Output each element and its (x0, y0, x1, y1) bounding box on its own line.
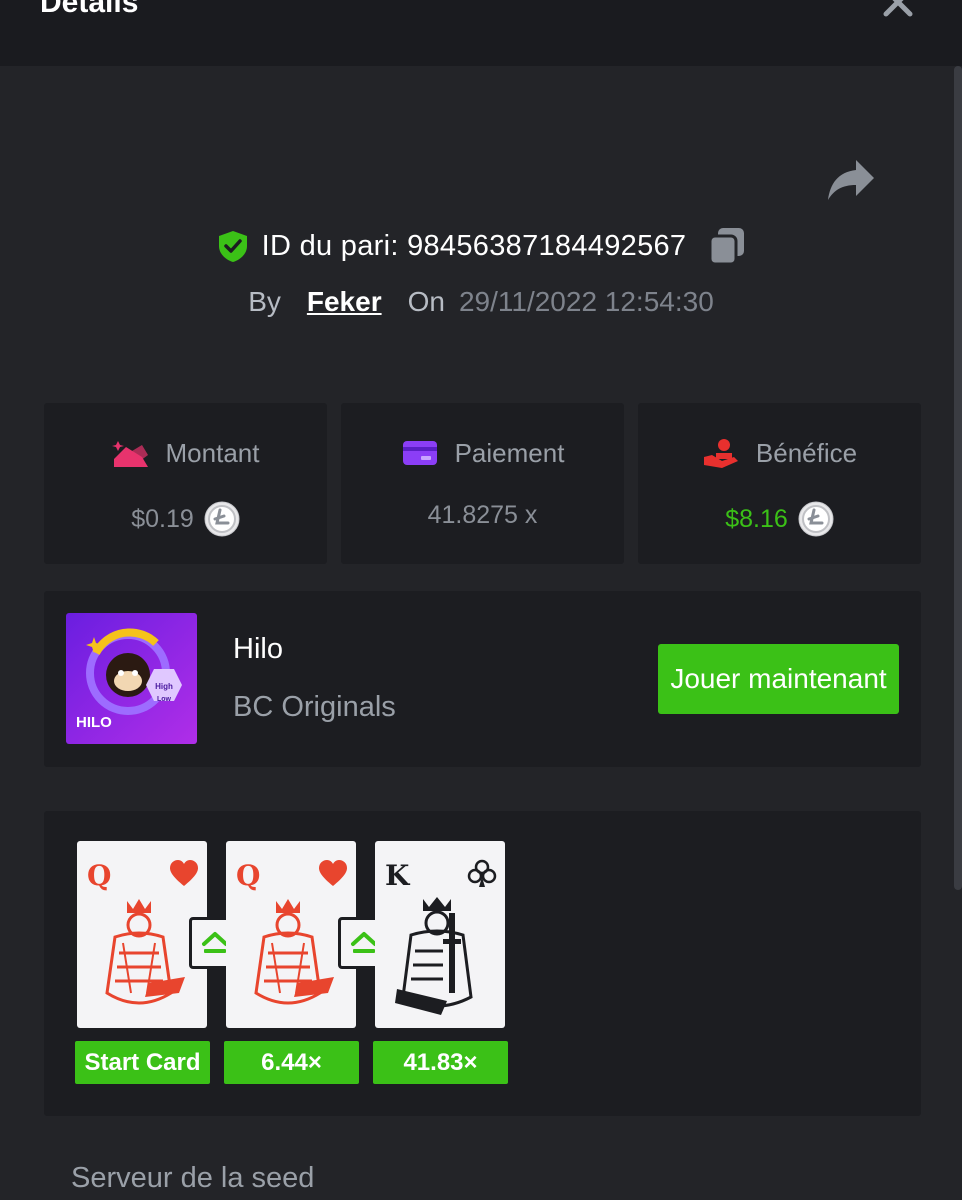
bet-meta-row: By Feker On 29/11/2022 12:54:30 (0, 282, 962, 322)
card-rank: Q (87, 859, 112, 892)
card-rank: Q (236, 859, 261, 892)
thumb-low-text: Low (157, 696, 172, 703)
playing-card: K (375, 841, 505, 1028)
card-rank: K (385, 859, 410, 892)
by-label: By (248, 286, 281, 317)
stat-value-payment: 41.8275 x (427, 501, 538, 529)
profit-hand-icon (703, 439, 738, 468)
header-bar: Details (0, 0, 962, 66)
king-illustration (395, 897, 473, 1015)
bet-id-row: ID du pari: 98456387184492567 (0, 224, 962, 268)
thumb-title-text: HILO (76, 714, 112, 731)
copy-icon[interactable] (708, 226, 746, 266)
scrollbar[interactable] (954, 66, 962, 890)
card-multiplier-badge: Start Card (75, 1041, 210, 1084)
stat-label-amount: Montant (165, 437, 260, 468)
payment-card-icon (402, 441, 437, 465)
on-label: On (407, 286, 445, 317)
game-card: High Low HILO Hilo BC Originals Jouer ma… (44, 591, 921, 767)
stat-card-amount: Montant $0.19 (44, 403, 327, 564)
stat-card-profit: Bénéfice $8.16 (638, 403, 921, 564)
play-now-button[interactable]: Jouer maintenant (658, 644, 899, 714)
username-link[interactable]: Feker (307, 286, 382, 318)
thumb-high-text: High (155, 682, 173, 691)
page-title: Details (40, 0, 139, 19)
litecoin-icon (204, 501, 240, 537)
heart-icon (170, 860, 198, 886)
bet-id: ID du pari: 98456387184492567 (261, 229, 687, 262)
queen-illustration (105, 899, 185, 1005)
game-provider: BC Originals (233, 691, 396, 723)
amount-icon (111, 441, 148, 467)
game-thumbnail[interactable]: High Low HILO (66, 613, 197, 744)
playing-card: Q (77, 841, 207, 1028)
game-name[interactable]: Hilo (233, 633, 283, 666)
heart-icon (319, 860, 347, 886)
playing-card: Q (226, 841, 356, 1028)
verified-shield-icon (218, 231, 247, 262)
hilo-logo-icon: High Low HILO (66, 613, 197, 744)
stat-label-payment: Paiement (454, 437, 565, 468)
stat-label-profit: Bénéfice (755, 437, 858, 468)
stat-value-amount: $0.19 (131, 504, 194, 533)
club-icon (467, 859, 497, 887)
close-icon[interactable] (880, 0, 916, 20)
litecoin-icon (798, 501, 834, 537)
queen-illustration (254, 899, 334, 1005)
card-multiplier-badge: 41.83× (373, 1041, 508, 1084)
stat-card-payment: Paiement 41.8275 x (341, 403, 624, 564)
stat-value-profit: $8.16 (725, 504, 788, 533)
share-icon[interactable] (826, 158, 876, 202)
card-multiplier-badge: 6.44× (224, 1041, 359, 1084)
cards-history-panel: Q Q K Start Card 6.44× 41.83× (44, 811, 921, 1116)
server-seed-label: Serveur de la seed (71, 1162, 315, 1194)
bet-date: 29/11/2022 12:54:30 (458, 286, 714, 317)
